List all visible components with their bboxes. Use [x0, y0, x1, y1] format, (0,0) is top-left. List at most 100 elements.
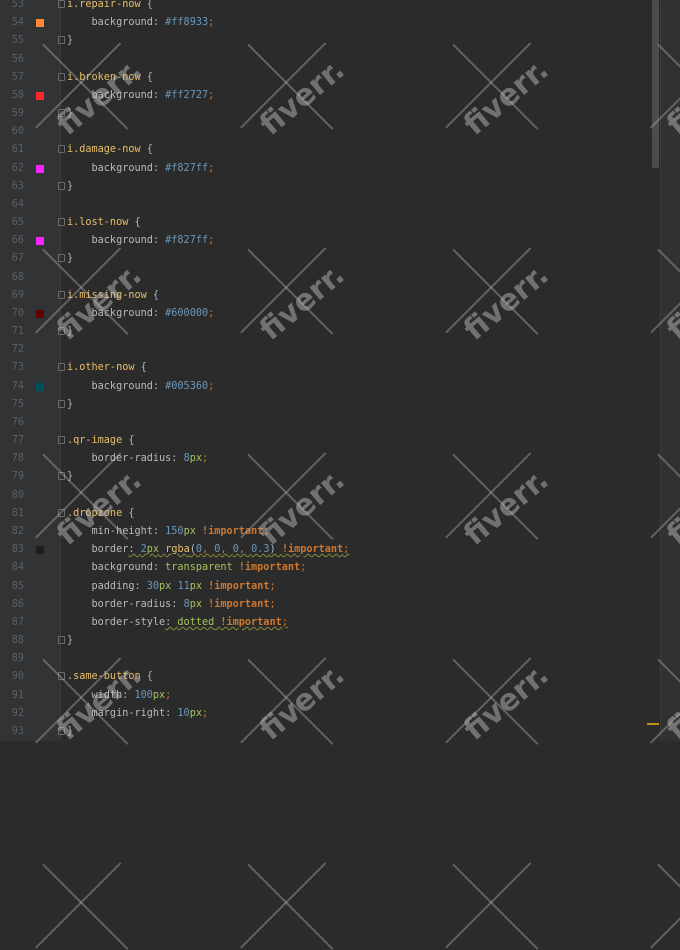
code-line[interactable]: 69 i.missing-now {	[0, 287, 660, 305]
code-line[interactable]: 74 background: #005360;	[0, 378, 660, 396]
code-text: background: #f827ff;	[67, 232, 215, 250]
color-swatch-icon[interactable]	[36, 237, 44, 246]
code-line[interactable]: 55}	[0, 32, 660, 50]
fold-marker-icon[interactable]	[58, 508, 65, 517]
code-line[interactable]: 91 width: 100px;	[0, 687, 660, 705]
code-text: }	[67, 396, 73, 414]
code-line[interactable]: 62 background: #f827ff;	[0, 160, 660, 178]
code-line[interactable]: 54 background: #ff8933;	[0, 14, 660, 32]
code-line[interactable]: 93}	[0, 723, 660, 741]
code-line[interactable]: 60	[0, 123, 660, 141]
code-line[interactable]: 80	[0, 487, 660, 505]
code-text: }	[67, 723, 73, 741]
code-text: background: #600000;	[67, 305, 215, 323]
code-line[interactable]: 65 i.lost-now {	[0, 214, 660, 232]
token-punc: ,	[238, 544, 252, 556]
token-unit: px	[159, 580, 172, 592]
token-kw: !important	[208, 580, 270, 592]
code-line[interactable]: 77 .qr-image {	[0, 432, 660, 450]
code-line[interactable]: 59}	[0, 105, 660, 123]
code-line[interactable]: 53 i.repair-now {	[0, 0, 660, 14]
code-line[interactable]: 56	[0, 51, 660, 69]
token-punc: ,	[220, 544, 233, 556]
fold-marker-icon[interactable]	[58, 181, 65, 190]
token-br: :	[152, 162, 166, 174]
code-line[interactable]: 86 border-radius: 8px !important;	[0, 596, 660, 614]
fold-marker-icon[interactable]	[58, 36, 65, 45]
token-unit: px	[189, 453, 202, 465]
code-line[interactable]: 83 border: 2px rgba(0, 0, 0, 0.3) !impor…	[0, 541, 660, 559]
code-line[interactable]: 75}	[0, 396, 660, 414]
color-swatch-icon[interactable]	[36, 546, 44, 555]
code-line[interactable]: 64	[0, 196, 660, 214]
fold-marker-icon[interactable]	[58, 399, 65, 408]
code-line[interactable]: 71}	[0, 323, 660, 341]
code-line[interactable]: 70 background: #600000;	[0, 305, 660, 323]
code-line[interactable]: 66 background: #f827ff;	[0, 232, 660, 250]
code-line[interactable]: 72	[0, 341, 660, 359]
code-line[interactable]: 58 background: #ff2727;	[0, 87, 660, 105]
code-line[interactable]: 82 min-height: 150px !important;	[0, 523, 660, 541]
code-line[interactable]: 78 border-radius: 8px;	[0, 450, 660, 468]
token-punc: ,	[202, 544, 215, 556]
code-line[interactable]: 92 margin-right: 10px;	[0, 705, 660, 723]
token-prop: border-radius	[67, 598, 172, 610]
color-swatch-icon[interactable]	[36, 91, 44, 100]
fold-marker-icon[interactable]	[58, 472, 65, 481]
token-sel: i.repair-now	[67, 0, 141, 10]
code-line[interactable]: 76	[0, 414, 660, 432]
fold-marker-icon[interactable]	[58, 109, 65, 118]
fold-marker-icon[interactable]	[58, 72, 65, 81]
token-prop: background	[67, 17, 153, 29]
fold-marker-icon[interactable]	[58, 218, 65, 227]
code-line[interactable]: 90 .same-button {	[0, 668, 660, 686]
code-line[interactable]: 88}	[0, 632, 660, 650]
token-br: {	[134, 362, 147, 374]
fold-marker-icon[interactable]	[58, 636, 65, 645]
fold-marker-icon[interactable]	[58, 327, 65, 336]
token-unit: px	[152, 689, 166, 701]
warning-marker[interactable]	[647, 723, 659, 725]
code-line[interactable]: 81 .dropzone {	[0, 505, 660, 523]
code-line[interactable]: 84 background: transparent !important;	[0, 559, 660, 577]
fold-marker-icon[interactable]	[58, 254, 65, 263]
code-line[interactable]: 67}	[0, 250, 660, 268]
code-line[interactable]: 79}	[0, 468, 660, 486]
line-number: 73	[11, 362, 24, 374]
color-swatch-icon[interactable]	[36, 382, 44, 391]
code-line[interactable]: 73 i.other-now {	[0, 359, 660, 377]
token-br: :	[128, 544, 141, 556]
line-number: 63	[11, 180, 24, 192]
code-text: }	[67, 105, 73, 123]
code-line[interactable]: 89	[0, 650, 660, 668]
line-number: 65	[11, 217, 24, 229]
code-line[interactable]: 61 i.damage-now {	[0, 141, 660, 159]
vertical-scrollbar-thumb[interactable]	[652, 0, 659, 168]
color-swatch-icon[interactable]	[36, 164, 44, 173]
code-line[interactable]: 63}	[0, 178, 660, 196]
fold-marker-icon[interactable]	[58, 145, 65, 154]
watermark-line	[650, 862, 680, 949]
fold-marker-icon[interactable]	[58, 0, 65, 8]
code-text: i.other-now {	[67, 359, 147, 377]
color-swatch-icon[interactable]	[36, 19, 44, 28]
fold-marker-icon[interactable]	[58, 726, 65, 735]
color-swatch-icon[interactable]	[36, 309, 44, 318]
token-br: :	[171, 598, 184, 610]
fold-marker-icon[interactable]	[58, 363, 65, 372]
fold-marker-icon[interactable]	[58, 290, 65, 299]
code-line[interactable]: 68	[0, 269, 660, 287]
token-punc: ;	[208, 17, 215, 29]
fold-marker-icon[interactable]	[58, 672, 65, 681]
token-prop: margin-right	[67, 707, 166, 719]
code-line[interactable]: 85 padding: 30px 11px !important;	[0, 578, 660, 596]
line-number: 88	[11, 635, 24, 647]
code-line[interactable]: 57 i.broken-now {	[0, 69, 660, 87]
code-line[interactable]: 87 border-style: dotted !important;	[0, 614, 660, 632]
code-editor[interactable]: 53 i.repair-now {54 background: #ff8933; 5…	[0, 0, 660, 741]
watermark-line	[35, 862, 122, 949]
fold-marker-icon[interactable]	[58, 436, 65, 445]
token-prop: border	[67, 544, 129, 556]
token-unit: px	[189, 598, 202, 610]
token-punc: ;	[263, 525, 270, 537]
